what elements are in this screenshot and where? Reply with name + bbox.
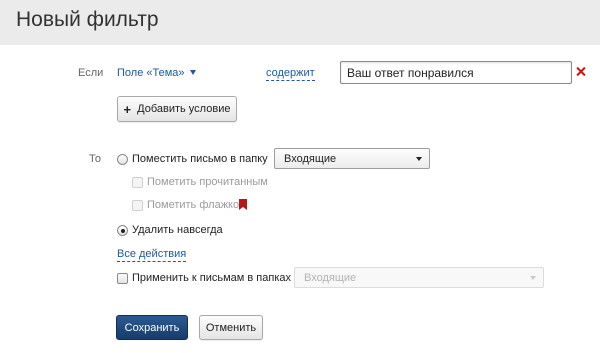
operator-dropdown[interactable]: содержит <box>266 67 315 81</box>
apply-folders-value: Входящие <box>304 271 357 284</box>
chevron-down-icon <box>189 70 196 75</box>
header-bar: Новый фильтр <box>0 0 600 45</box>
field-dropdown[interactable]: Поле «Тема» <box>117 67 196 79</box>
condition-value-input[interactable] <box>340 61 572 84</box>
remove-condition-icon[interactable] <box>576 67 585 76</box>
page-title: Новый фильтр <box>16 8 159 31</box>
add-condition-label: Добавить условие <box>137 103 231 115</box>
mark-read-label: Пометить прочитанным <box>147 176 268 188</box>
save-button[interactable]: Сохранить <box>116 315 188 340</box>
chevron-down-icon <box>530 276 536 280</box>
all-actions-link[interactable]: Все действия <box>117 248 187 262</box>
mark-flag-checkbox[interactable] <box>132 200 143 211</box>
field-dropdown-label: Поле «Тема» <box>117 67 185 79</box>
move-to-folder-label[interactable]: Поместить письмо в папку <box>132 153 268 165</box>
apply-to-folders-checkbox[interactable] <box>117 273 128 284</box>
add-condition-button[interactable]: + Добавить условие <box>117 96 237 122</box>
destination-folder-value: Входящие <box>284 152 337 165</box>
plus-icon: + <box>123 101 132 117</box>
cancel-button[interactable]: Отменить <box>199 315 263 340</box>
flag-icon <box>239 199 247 210</box>
apply-to-folders-label[interactable]: Применить к письмам в папках <box>132 272 291 284</box>
apply-folders-select[interactable]: Входящие <box>294 267 544 288</box>
actions-label: То <box>89 153 101 165</box>
condition-label: Если <box>78 67 104 79</box>
move-to-folder-radio[interactable] <box>117 154 128 165</box>
destination-folder-select[interactable]: Входящие <box>274 148 430 169</box>
delete-forever-radio[interactable] <box>117 225 128 236</box>
chevron-down-icon <box>416 157 422 161</box>
mark-flag-label: Пометить флажком <box>147 199 247 211</box>
mark-read-checkbox[interactable] <box>132 177 143 188</box>
delete-forever-label[interactable]: Удалить навсегда <box>132 224 223 236</box>
